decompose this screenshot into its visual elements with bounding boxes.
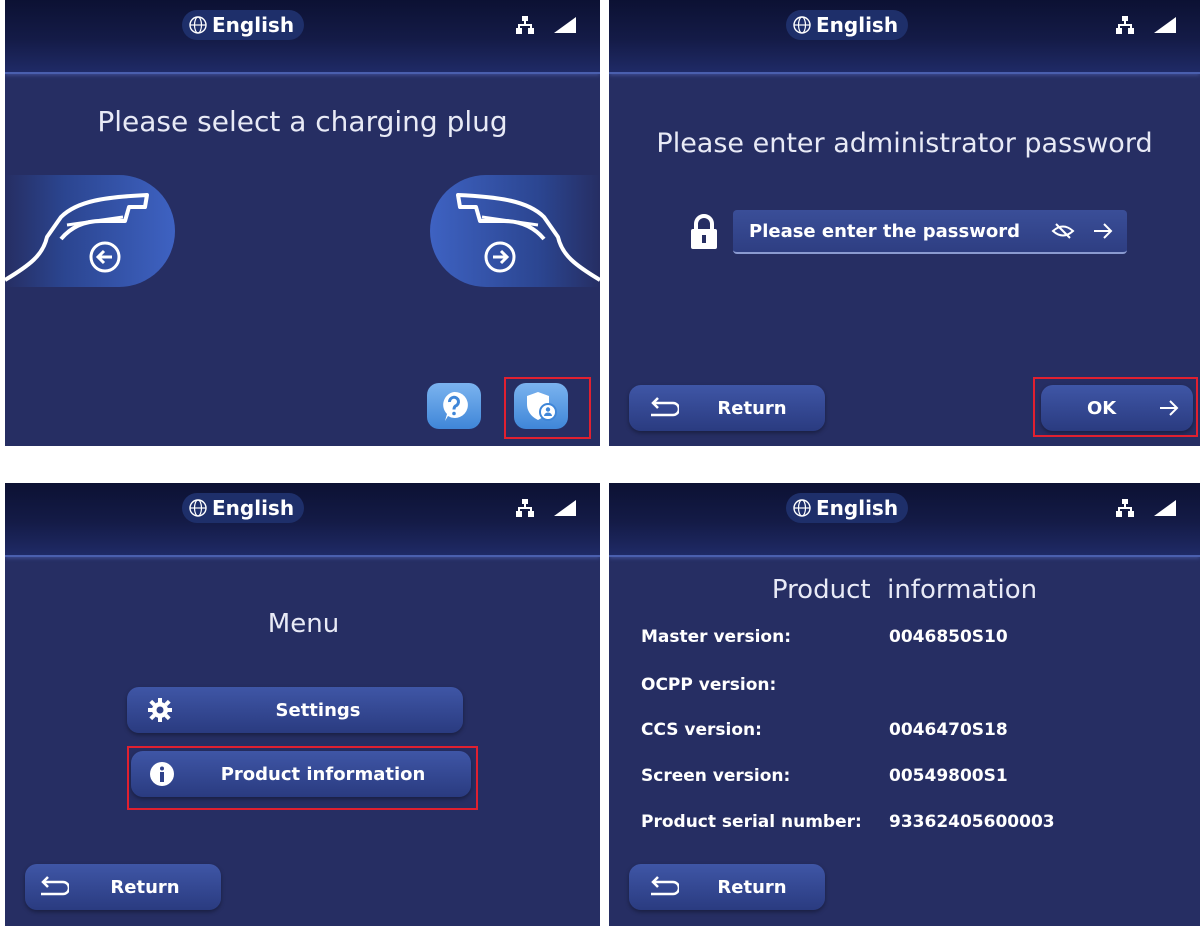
page-title: Please select a charging plug <box>97 105 508 138</box>
gear-icon <box>148 698 172 722</box>
return-button[interactable]: Return <box>25 864 221 910</box>
password-input[interactable]: Please enter the password <box>733 210 1127 254</box>
network-icon <box>516 16 534 34</box>
help-button[interactable] <box>427 383 481 429</box>
ccs-version-value: 0046470S18 <box>889 720 1008 740</box>
language-selector[interactable]: English <box>182 10 305 40</box>
return-label: Return <box>717 876 787 898</box>
status-header: English <box>5 483 600 557</box>
page-title: Menu <box>267 609 340 639</box>
password-placeholder: Please enter the password <box>749 220 1020 242</box>
arrow-right-icon <box>493 249 510 265</box>
ocpp-version-label: OCPP version: <box>641 675 777 695</box>
status-header: English <box>609 0 1200 74</box>
status-header: English <box>609 483 1200 557</box>
charging-plug-icon <box>5 193 149 282</box>
product-info-screen: English Product information Master versi… <box>609 483 1200 926</box>
return-label: Return <box>110 876 180 898</box>
language-selector[interactable]: English <box>786 10 909 40</box>
language-label: English <box>212 496 295 520</box>
network-icon <box>1116 16 1134 34</box>
return-icon <box>651 876 679 896</box>
language-selector[interactable]: English <box>182 493 305 523</box>
ccs-version-label: CCS version: <box>641 720 762 740</box>
charging-plug-icon <box>456 193 600 282</box>
signal-icon <box>1154 17 1176 33</box>
menu-screen: English Menu Settings Product informatio… <box>5 483 600 926</box>
serial-number-label: Product serial number: <box>641 812 862 832</box>
network-icon <box>516 499 534 517</box>
arrow-right-icon[interactable] <box>1093 223 1113 239</box>
master-version-label: Master version: <box>641 627 791 647</box>
signal-icon <box>554 500 576 516</box>
highlight-box <box>504 377 591 439</box>
return-button[interactable]: Return <box>629 864 825 910</box>
globe-icon <box>793 16 811 34</box>
return-label: Return <box>717 397 787 419</box>
language-label: English <box>212 13 295 37</box>
globe-icon <box>189 16 207 34</box>
signal-icon <box>554 17 576 33</box>
return-button[interactable]: Return <box>629 385 825 431</box>
serial-number-value: 93362405600003 <box>889 812 1055 832</box>
plug-right-button[interactable] <box>430 175 600 287</box>
language-label: English <box>816 13 899 37</box>
highlight-box <box>127 746 478 810</box>
help-icon <box>443 391 468 421</box>
highlight-box <box>1033 377 1198 437</box>
globe-icon <box>793 499 811 517</box>
return-icon <box>41 876 69 896</box>
globe-icon <box>189 499 207 517</box>
settings-label: Settings <box>275 699 361 721</box>
arrow-left-icon <box>95 249 112 265</box>
network-icon <box>1116 499 1134 517</box>
hide-password-icon[interactable] <box>1051 222 1075 240</box>
password-screen: English Please enter administrator passw… <box>609 0 1200 446</box>
language-label: English <box>816 496 899 520</box>
lock-icon <box>691 214 717 249</box>
signal-icon <box>1154 500 1176 516</box>
page-title: Product information <box>771 575 1038 605</box>
plug-left-button[interactable] <box>5 175 175 287</box>
screen-version-value: 00549800S1 <box>889 766 1008 786</box>
page-title: Please enter administrator password <box>656 128 1153 159</box>
plug-select-screen: English Please select a charging plug <box>5 0 600 446</box>
master-version-value: 0046850S10 <box>889 627 1008 647</box>
settings-menu-item[interactable]: Settings <box>127 687 463 733</box>
screen-version-label: Screen version: <box>641 766 791 786</box>
status-header: English <box>5 0 600 74</box>
language-selector[interactable]: English <box>786 493 909 523</box>
return-icon <box>651 397 679 417</box>
